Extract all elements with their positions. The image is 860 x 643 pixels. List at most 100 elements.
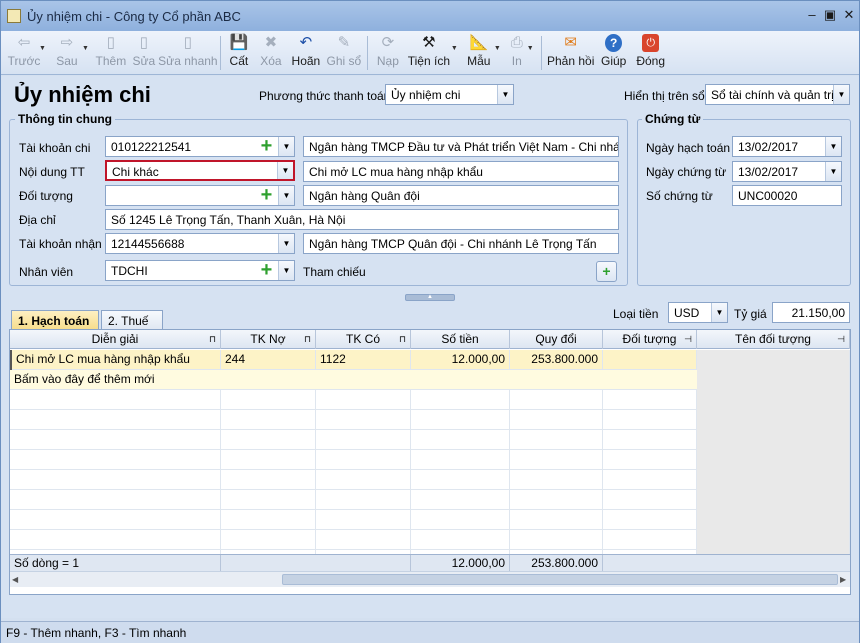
empty-cell[interactable]	[603, 450, 697, 470]
chevron-down-icon[interactable]: ▼	[277, 162, 293, 179]
empty-row[interactable]	[10, 430, 850, 450]
empty-cell[interactable]	[10, 410, 221, 430]
empty-cell[interactable]	[411, 430, 510, 450]
posting-date-input[interactable]: 13/02/2017 ▼	[732, 136, 842, 157]
add-row[interactable]: Bấm vào đây để thêm mới	[10, 370, 850, 390]
empty-cell[interactable]	[411, 450, 510, 470]
empty-cell[interactable]	[510, 470, 603, 490]
empty-cell[interactable]	[316, 470, 411, 490]
table-row[interactable]: Chi mở LC mua hàng nhập khẩu 244 1122 12…	[10, 350, 850, 370]
chevron-down-icon[interactable]: ▼	[497, 85, 513, 104]
add-account-icon[interactable]: +	[258, 136, 275, 156]
content-select[interactable]: Chi khác ▼	[105, 160, 295, 181]
empty-cell[interactable]	[510, 530, 603, 550]
print-button[interactable]: ⎙ In	[505, 31, 529, 73]
empty-cell[interactable]	[603, 410, 697, 430]
dropdown-caret-icon[interactable]: ▼	[82, 45, 89, 52]
chevron-down-icon[interactable]: ▼	[825, 162, 841, 181]
tab-tax[interactable]: 2. Thuế	[101, 310, 163, 330]
chevron-down-icon[interactable]: ▼	[825, 137, 841, 156]
load-button[interactable]: ⟳ Nạp	[371, 31, 405, 73]
currency-select[interactable]: USD ▼	[668, 302, 728, 323]
empty-cell[interactable]	[411, 490, 510, 510]
minimize-icon[interactable]: –	[805, 8, 819, 22]
dropdown-caret-icon[interactable]: ▼	[494, 45, 501, 52]
cell-object[interactable]	[603, 350, 697, 370]
empty-cell[interactable]	[603, 390, 697, 410]
cell-amount[interactable]: 12.000,00	[411, 350, 510, 370]
empty-cell[interactable]	[316, 390, 411, 410]
empty-row[interactable]	[10, 470, 850, 490]
empty-cell[interactable]	[510, 410, 603, 430]
receiving-bank-field[interactable]: Ngân hàng TMCP Quân đội - Chi nhánh Lê T…	[303, 233, 619, 254]
empty-cell[interactable]	[221, 390, 316, 410]
empty-cell[interactable]	[10, 390, 221, 410]
empty-cell[interactable]	[510, 450, 603, 470]
empty-cell[interactable]	[316, 450, 411, 470]
chevron-down-icon[interactable]: ▼	[278, 186, 294, 205]
empty-row[interactable]	[10, 410, 850, 430]
dropdown-caret-icon[interactable]: ▼	[451, 45, 458, 52]
scroll-left-icon[interactable]: ◀	[12, 575, 18, 584]
empty-cell[interactable]	[221, 530, 316, 550]
pin-icon[interactable]: ⊣	[684, 330, 692, 349]
column-object[interactable]: Đối tượng ⊣	[603, 330, 697, 349]
voucher-no-field[interactable]: UNC00020	[732, 185, 842, 206]
add-reference-button[interactable]: +	[596, 261, 617, 282]
empty-cell[interactable]	[10, 490, 221, 510]
column-amount[interactable]: Số tiền	[411, 330, 510, 349]
empty-cell[interactable]	[221, 510, 316, 530]
object-name-field[interactable]: Ngân hàng Quân đội	[303, 185, 619, 206]
display-on-book-select[interactable]: Sổ tài chính và quản trị ▼	[705, 84, 850, 105]
empty-cell[interactable]	[316, 510, 411, 530]
receiving-account-input[interactable]: 12144556688 ▼	[105, 233, 295, 254]
empty-cell[interactable]	[316, 430, 411, 450]
content-description-field[interactable]: Chi mở LC mua hàng nhập khẩu	[303, 161, 619, 182]
empty-cell[interactable]	[221, 410, 316, 430]
cell-converted[interactable]: 253.800.000	[510, 350, 603, 370]
empty-cell[interactable]	[603, 470, 697, 490]
empty-cell[interactable]	[411, 470, 510, 490]
empty-cell[interactable]	[316, 490, 411, 510]
empty-cell[interactable]	[221, 490, 316, 510]
column-debit-account[interactable]: TK Nợ ⊓	[221, 330, 316, 349]
address-field[interactable]: Số 1245 Lê Trọng Tấn, Thanh Xuân, Hà Nội	[105, 209, 619, 230]
tab-accounting[interactable]: 1. Hạch toán	[11, 310, 99, 330]
horizontal-scrollbar[interactable]: ◀ ▶	[10, 571, 850, 587]
exchange-rate-field[interactable]: 21.150,00	[772, 302, 850, 323]
edit-button[interactable]: ▯ Sửa	[129, 31, 159, 73]
close-window-icon[interactable]: ✕	[842, 8, 856, 22]
scroll-thumb[interactable]	[282, 574, 838, 585]
empty-cell[interactable]	[510, 390, 603, 410]
empty-cell[interactable]	[510, 430, 603, 450]
chevron-down-icon[interactable]: ▼	[278, 261, 294, 280]
scroll-right-icon[interactable]: ▶	[840, 575, 846, 584]
pin-icon[interactable]: ⊓	[304, 330, 311, 349]
column-description[interactable]: Diễn giải ⊓	[10, 330, 221, 349]
chevron-down-icon[interactable]: ▼	[278, 234, 294, 253]
cell-credit-account[interactable]: 1122	[316, 350, 411, 370]
maximize-icon[interactable]: ▣	[823, 8, 837, 22]
empty-cell[interactable]	[603, 510, 697, 530]
chevron-down-icon[interactable]: ▼	[278, 137, 294, 156]
cell-description[interactable]: Chi mở LC mua hàng nhập khẩu	[10, 350, 221, 370]
collapse-splitter[interactable]: ▲	[405, 294, 455, 301]
empty-cell[interactable]	[603, 530, 697, 550]
empty-cell[interactable]	[221, 430, 316, 450]
template-button[interactable]: 📐 Mẫu	[462, 31, 496, 73]
column-converted[interactable]: Quy đổi	[510, 330, 603, 349]
quick-edit-button[interactable]: ▯ Sửa nhanh	[158, 31, 217, 73]
dropdown-caret-icon[interactable]: ▼	[527, 45, 534, 52]
pin-icon[interactable]: ⊣	[837, 330, 845, 349]
empty-row[interactable]	[10, 510, 850, 530]
empty-cell[interactable]	[10, 530, 221, 550]
pin-icon[interactable]: ⊓	[399, 330, 406, 349]
empty-cell[interactable]	[10, 510, 221, 530]
next-button[interactable]: ⇨ Sau	[50, 31, 84, 73]
post-button[interactable]: ✎ Ghi sổ	[324, 31, 364, 73]
empty-cell[interactable]	[10, 430, 221, 450]
empty-cell[interactable]	[316, 410, 411, 430]
empty-cell[interactable]	[411, 510, 510, 530]
empty-row[interactable]	[10, 390, 850, 410]
empty-row[interactable]	[10, 450, 850, 470]
